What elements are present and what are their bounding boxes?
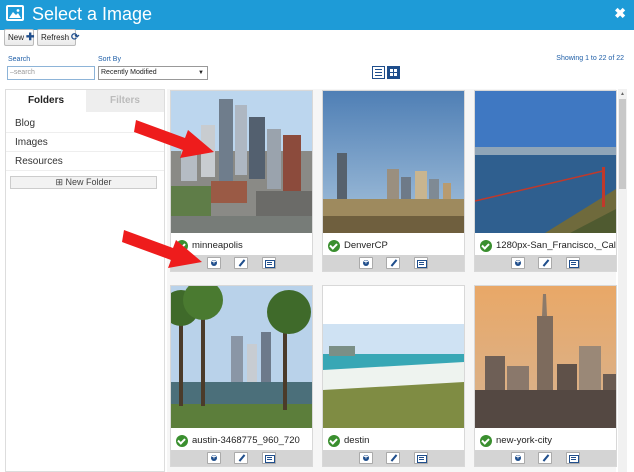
image-name: minneapolis — [192, 240, 243, 251]
refresh-button[interactable]: Refresh ⟳ — [37, 29, 80, 46]
details-icon[interactable] — [414, 452, 428, 464]
image-thumbnail[interactable] — [475, 286, 616, 428]
search-placeholder: search — [13, 69, 35, 76]
check-icon — [328, 435, 340, 447]
new-folder-label: New Folder — [65, 177, 112, 187]
image-name: 1280px-San_Francisco,_California — [496, 240, 616, 251]
new-folder-button[interactable]: ⊞ New Folder — [10, 176, 157, 189]
add-icon[interactable] — [359, 452, 373, 464]
details-icon[interactable] — [262, 257, 276, 269]
sort-value: Recently Modified — [101, 69, 157, 76]
scroll-up-icon[interactable]: ▲ — [620, 91, 625, 97]
list-view-button[interactable] — [372, 66, 385, 79]
image-thumbnail[interactable] — [475, 91, 616, 233]
image-thumbnail[interactable] — [171, 286, 312, 428]
image-actions — [323, 450, 464, 466]
sort-select[interactable]: Recently Modified ▼ — [98, 66, 208, 80]
add-icon[interactable] — [511, 257, 525, 269]
check-icon — [328, 240, 340, 252]
new-button[interactable]: New ✚ — [4, 29, 34, 46]
edit-icon[interactable] — [386, 452, 400, 464]
details-icon[interactable] — [414, 257, 428, 269]
close-icon[interactable]: ✖ — [614, 5, 626, 22]
image-card[interactable]: destin — [322, 285, 465, 467]
plus-box-icon: ⊞ — [55, 177, 63, 187]
edit-icon[interactable] — [538, 452, 552, 464]
details-icon[interactable] — [566, 452, 580, 464]
dialog-title: Select a Image — [32, 4, 153, 24]
plus-icon: ✚ — [26, 32, 35, 43]
image-actions — [475, 255, 616, 271]
sort-label: Sort By — [98, 56, 121, 63]
search-input[interactable]: –search — [7, 66, 95, 80]
grid-view-button[interactable] — [387, 66, 400, 79]
annotation-arrow-icon — [134, 120, 214, 158]
details-icon[interactable] — [566, 257, 580, 269]
image-name: austin-3468775_960_720 — [192, 435, 300, 446]
scrollbar[interactable]: ▲ — [618, 89, 627, 472]
edit-icon[interactable] — [234, 257, 248, 269]
image-actions — [475, 450, 616, 466]
edit-icon[interactable] — [386, 257, 400, 269]
tab-folders[interactable]: Folders — [6, 90, 86, 112]
check-icon — [480, 240, 492, 252]
check-icon — [176, 435, 188, 447]
new-button-label: New — [8, 33, 25, 42]
image-actions — [323, 255, 464, 271]
result-count: Showing 1 to 22 of 22 — [556, 55, 624, 62]
edit-icon[interactable] — [234, 452, 248, 464]
image-thumbnail[interactable] — [323, 91, 464, 233]
image-card[interactable]: DenverCP — [322, 90, 465, 272]
tab-filters[interactable]: Filters — [86, 90, 164, 112]
details-icon[interactable] — [262, 452, 276, 464]
image-name: destin — [344, 435, 370, 446]
edit-icon[interactable] — [538, 257, 552, 269]
image-name: DenverCP — [344, 240, 388, 251]
image-card[interactable]: austin-3468775_960_720 — [170, 285, 313, 467]
image-name: new-york-city — [496, 435, 552, 446]
image-icon — [6, 5, 24, 21]
image-card[interactable]: new-york-city — [474, 285, 617, 467]
add-icon[interactable] — [207, 452, 221, 464]
image-card[interactable]: 1280px-San_Francisco,_California — [474, 90, 617, 272]
scrollbar-thumb[interactable] — [619, 99, 626, 189]
refresh-button-label: Refresh — [41, 33, 70, 42]
image-actions — [171, 450, 312, 466]
refresh-icon: ⟳ — [71, 32, 80, 43]
check-icon — [480, 435, 492, 447]
search-label: Search — [8, 56, 31, 63]
annotation-arrow-icon — [122, 230, 202, 268]
add-icon[interactable] — [359, 257, 373, 269]
image-thumbnail[interactable] — [323, 286, 464, 428]
chevron-down-icon: ▼ — [198, 70, 204, 76]
dialog-titlebar: Select a Image ✖ — [0, 0, 634, 30]
add-icon[interactable] — [511, 452, 525, 464]
add-icon[interactable] — [207, 257, 221, 269]
